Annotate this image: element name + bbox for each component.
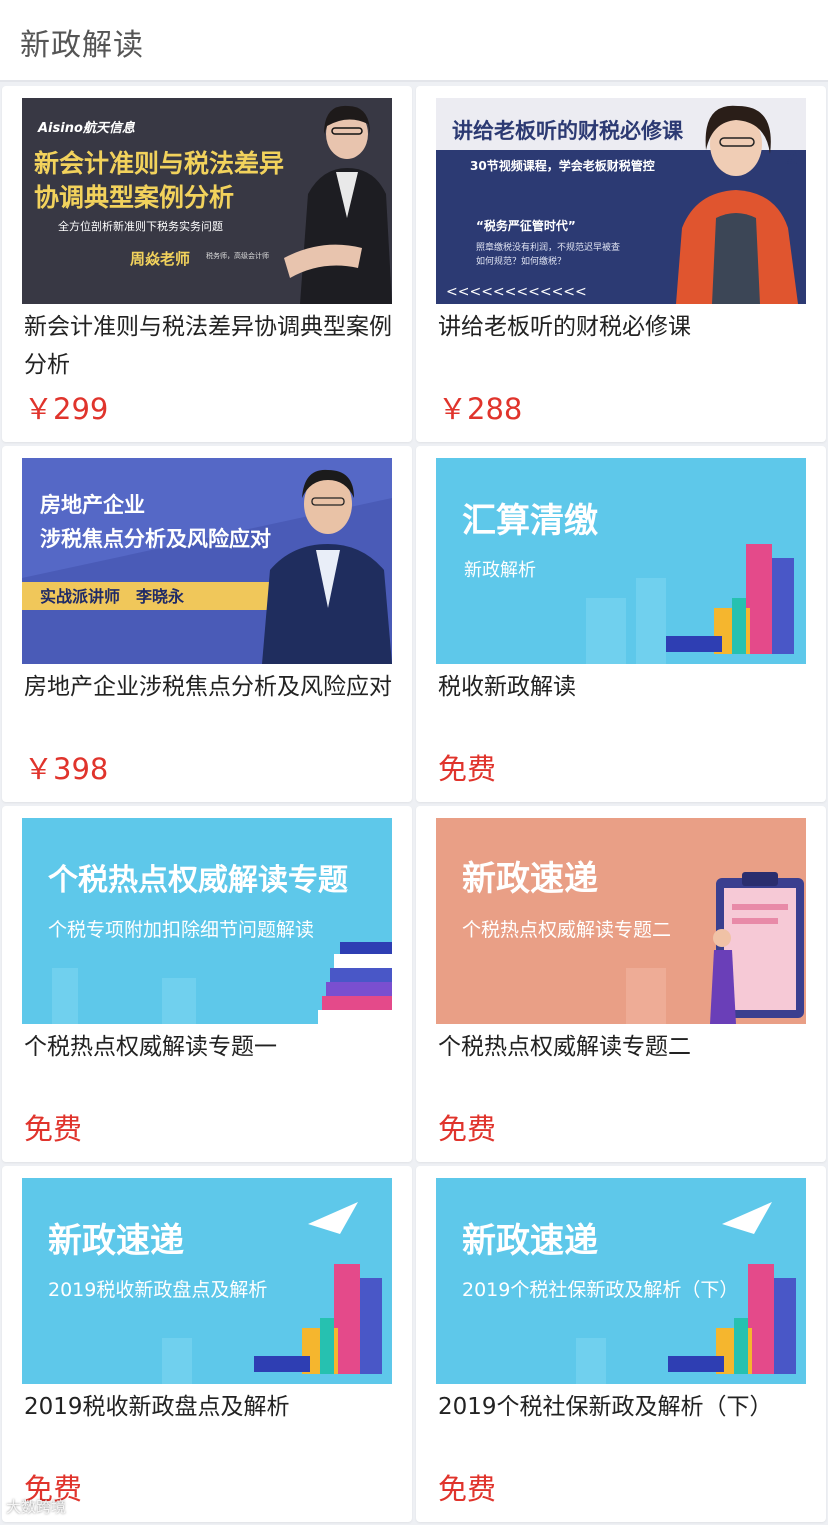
course-price: ￥299: [24, 392, 109, 426]
banner-sub: 个税热点权威解读专题二: [462, 919, 671, 941]
course-price: ￥398: [24, 752, 109, 786]
banner-sub: 2019个税社保新政及解析（下）: [462, 1279, 738, 1301]
course-card[interactable]: 讲给老板听的财税必修课 30节视频课程，学会老板财税管控 “税务严征管时代” 照…: [416, 86, 826, 442]
course-card[interactable]: 个税热点权威解读专题 个税专项附加扣除细节问题解读 个税热点权威解读专题一 免费: [2, 806, 412, 1162]
banner-sub: 个税专项附加扣除细节问题解读: [48, 919, 314, 941]
banner-sub: 全方位剖析新准则下税务实务问题: [58, 219, 223, 233]
banner-headline: 新政速递: [462, 859, 598, 899]
banner-sub: 新政解析: [464, 560, 536, 581]
course-thumbnail[interactable]: 新政速递 个税热点权威解读专题二: [436, 818, 806, 1024]
course-card[interactable]: Aisino航天信息 新会计准则与税法差异 协调典型案例分析 全方位剖析新准则下…: [2, 86, 412, 442]
watermark: 大数跨境: [6, 1498, 67, 1516]
course-card[interactable]: 汇算清缴 新政解析 税收新政解读 免费: [416, 446, 826, 802]
course-card[interactable]: 新政速递 个税热点权威解读专题二 个税热点权威解读专题二 免费: [416, 806, 826, 1162]
page-title: 新政解读: [20, 28, 144, 63]
clipboard-illustration: [710, 872, 804, 1024]
course-price: 免费: [438, 752, 497, 786]
course-thumbnail[interactable]: 新政速递 2019个税社保新政及解析（下）: [436, 1178, 806, 1384]
course-title[interactable]: 个税热点权威解读专题二: [438, 1028, 810, 1066]
course-title[interactable]: 税收新政解读: [438, 668, 810, 706]
page-header: 新政解读: [0, 0, 828, 82]
banner-name: 孟峰: [784, 151, 806, 168]
course-title[interactable]: 个税热点权威解读专题一: [24, 1028, 396, 1066]
banner-line-2: 如何规范？如何缴税？: [476, 255, 566, 267]
banner-headline: 新政速递: [462, 1221, 598, 1261]
course-thumbnail[interactable]: 新政速递 2019税收新政盘点及解析: [22, 1178, 392, 1384]
banner-teacher-note: 税务师，高级会计师: [206, 251, 269, 260]
banner-line-1: 照章缴税没有利润，不规范迟早被查: [476, 241, 620, 253]
course-price: 免费: [24, 1112, 83, 1146]
course-card[interactable]: 新政速递 2019个税社保新政及解析（下） 2019个税社保新政及解析（下） 免…: [416, 1166, 826, 1522]
banner-brand: Aisino航天信息: [37, 120, 136, 136]
banner-headline-2: 协调典型案例分析: [34, 183, 234, 212]
banner-headline-1: 新会计准则与税法差异: [34, 149, 284, 178]
course-title[interactable]: 2019个税社保新政及解析（下）: [438, 1388, 810, 1426]
banner-quote: “税务严征管时代”: [476, 218, 576, 233]
course-price: ￥288: [438, 392, 523, 426]
banner-headline: 讲给老板听的财税必修课: [452, 119, 684, 143]
banner-headline: 汇算清缴: [462, 501, 598, 541]
banner-headline: 新政速递: [48, 1221, 184, 1261]
course-thumbnail[interactable]: 个税热点权威解读专题 个税专项附加扣除细节问题解读: [22, 818, 392, 1024]
banner-headline-2: 涉税焦点分析及风险应对: [40, 527, 271, 551]
course-title[interactable]: 新会计准则与税法差异协调典型案例分析: [24, 308, 396, 384]
banner-sub: 2019税收新政盘点及解析: [48, 1279, 267, 1301]
course-card[interactable]: 新政速递 2019税收新政盘点及解析 2019税收新政盘点及解析 免费: [2, 1166, 412, 1522]
course-title[interactable]: 房地产企业涉税焦点分析及风险应对: [24, 668, 396, 706]
banner-sub: 30节视频课程，学会老板财税管控: [470, 158, 655, 173]
course-title[interactable]: 讲给老板听的财税必修课: [438, 308, 810, 346]
course-thumbnail[interactable]: 房地产企业 涉税焦点分析及风险应对 实战派讲师 李晓永: [22, 458, 392, 664]
banner-arrows: <<<<<<<<<<<<: [446, 284, 587, 300]
banner-headline-1: 房地产企业: [40, 493, 145, 517]
course-thumbnail[interactable]: 讲给老板听的财税必修课 30节视频课程，学会老板财税管控 “税务严征管时代” 照…: [436, 98, 806, 304]
course-title[interactable]: 2019税收新政盘点及解析: [24, 1388, 396, 1426]
banner-teacher: 周焱老师: [130, 250, 190, 268]
banner-teacher: 实战派讲师 李晓永: [40, 587, 184, 606]
course-card[interactable]: 房地产企业 涉税焦点分析及风险应对 实战派讲师 李晓永 房地产企业涉税焦点分析及…: [2, 446, 412, 802]
course-price: 免费: [438, 1112, 497, 1146]
course-thumbnail[interactable]: Aisino航天信息 新会计准则与税法差异 协调典型案例分析 全方位剖析新准则下…: [22, 98, 392, 304]
course-price: 免费: [438, 1472, 497, 1506]
course-thumbnail[interactable]: 汇算清缴 新政解析: [436, 458, 806, 664]
banner-headline: 个税热点权威解读专题: [48, 863, 348, 898]
